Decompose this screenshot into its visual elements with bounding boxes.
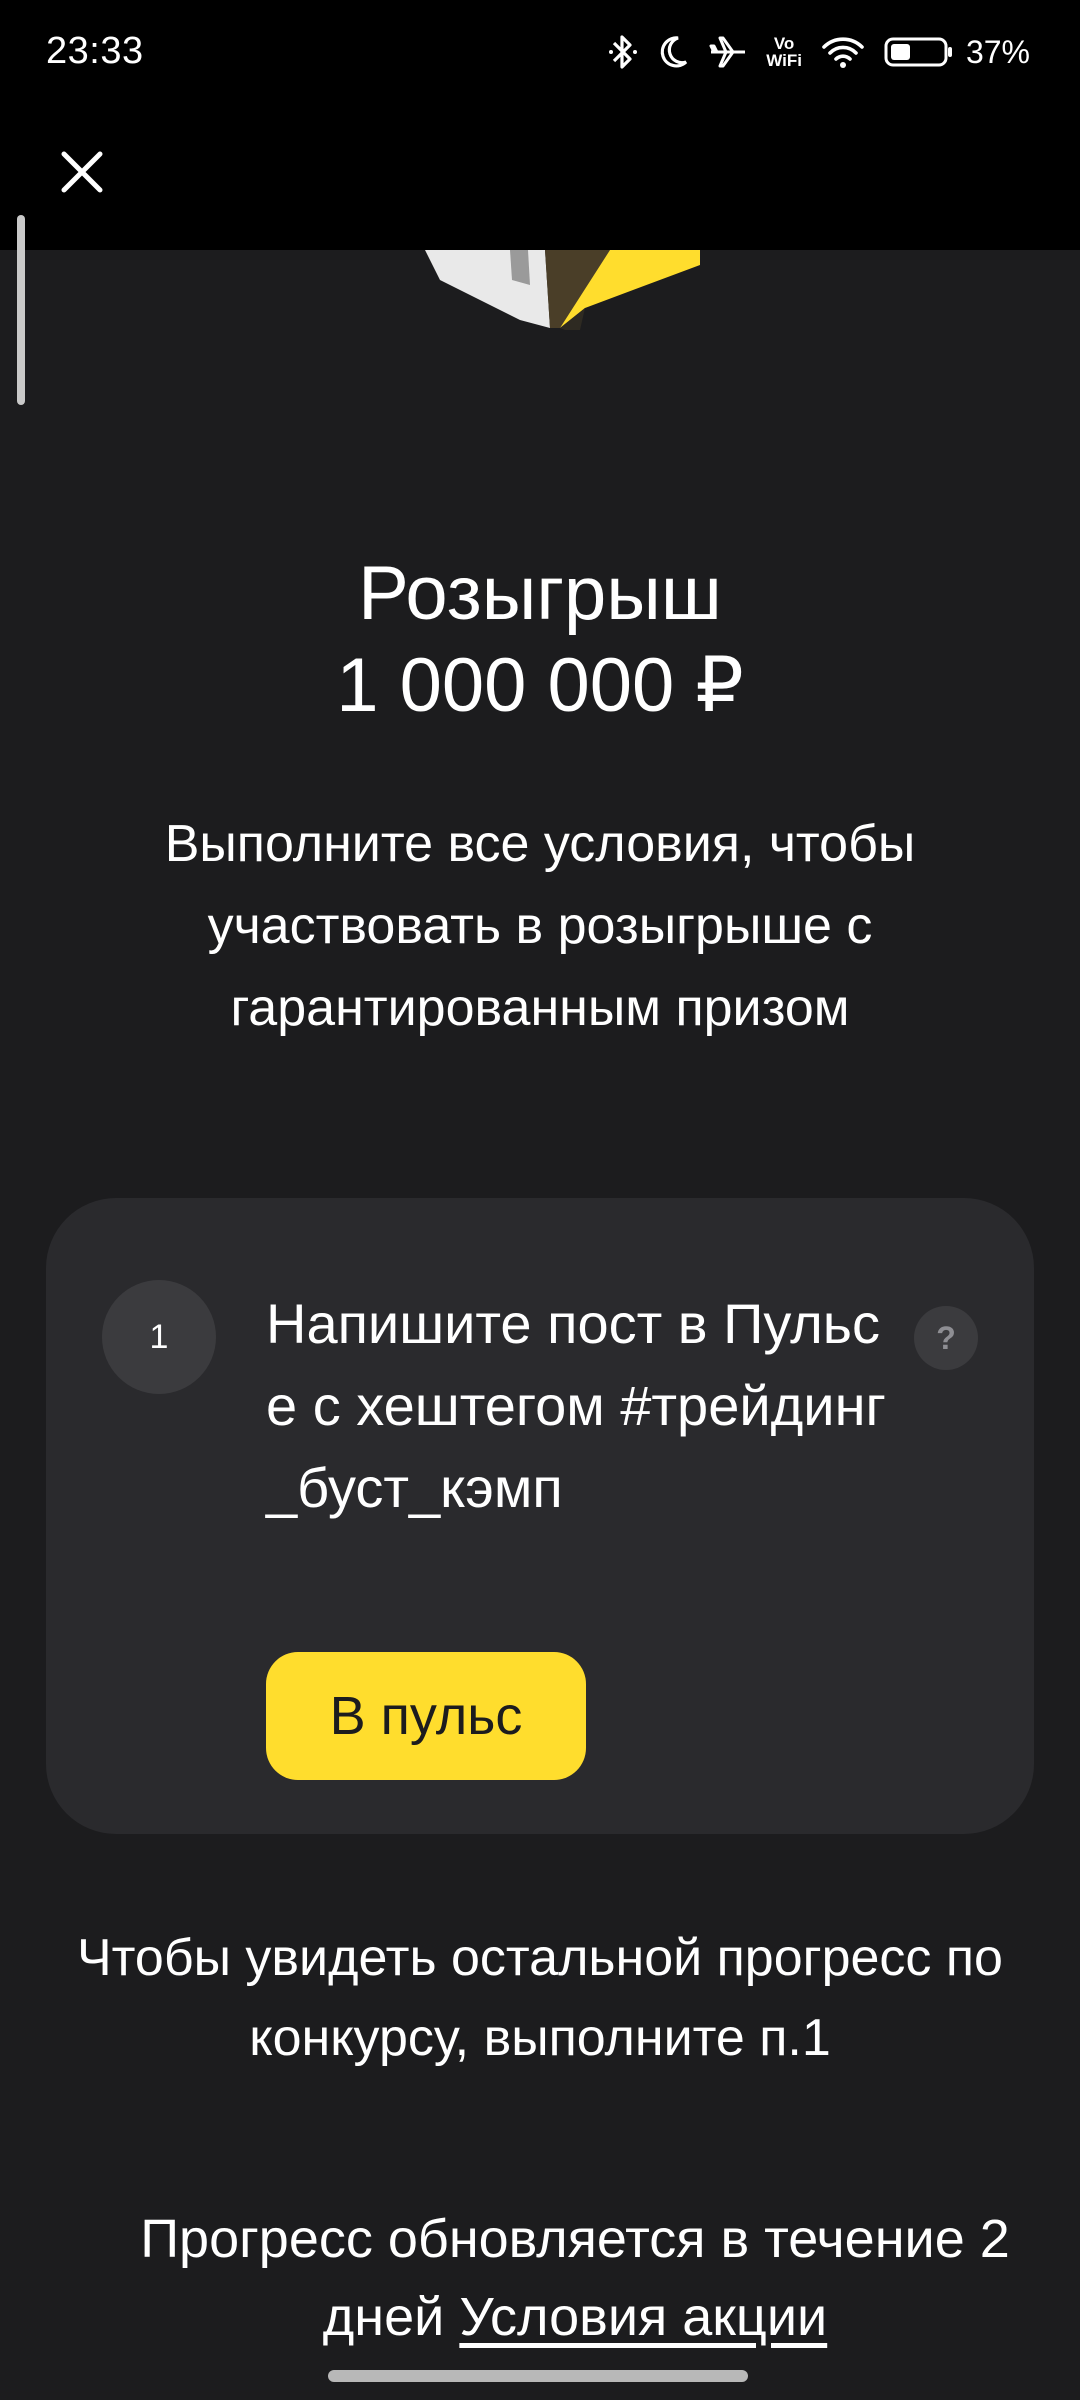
home-indicator[interactable] [328, 2370, 748, 2382]
screen: 23:33 Vo WiFi 37% Розыгрыш 1 000 000 ₽ В… [0, 0, 1080, 2400]
wifi-icon [822, 37, 864, 68]
task-description: Напишите пост в Пульсе с хештегом #трейд… [266, 1292, 886, 1519]
prize-box-image [425, 250, 700, 330]
status-icons: Vo WiFi 37% [608, 26, 1030, 78]
status-time: 23:33 [46, 30, 144, 72]
scrollbar-thumb[interactable] [17, 215, 25, 405]
vowifi-icon: Vo WiFi [766, 35, 802, 69]
step-number-badge: 1 [102, 1280, 216, 1394]
close-icon [61, 151, 103, 193]
battery-percent: 37% [965, 33, 1030, 70]
title-line-1: Розыгрыш [358, 551, 722, 636]
page-title: Розыгрыш 1 000 000 ₽ [0, 548, 1080, 732]
battery-icon [884, 37, 952, 67]
moon-icon [660, 36, 688, 68]
bluetooth-icon [609, 35, 638, 69]
terms-link[interactable]: Условия акции [459, 2287, 827, 2347]
page-subtitle: Выполните все условия, чтобы участвовать… [164, 815, 916, 1037]
task-card: 1 Напишите пост в Пульсе с хештегом #тре… [46, 1198, 1034, 1834]
to-pulse-button[interactable]: В пульс [266, 1652, 586, 1780]
airplane-icon [709, 36, 746, 68]
top-bar: 23:33 Vo WiFi 37% [0, 0, 1080, 250]
close-button[interactable] [50, 140, 114, 204]
progress-update-note: Прогресс обновляется в течение 2 дней Ус… [80, 2200, 1070, 2356]
vowifi-bottom-label: WiFi [766, 51, 802, 70]
progress-hint-text: Чтобы увидеть остальной прогресс по конк… [77, 1929, 1003, 2067]
vowifi-top-label: Vo [773, 34, 795, 53]
title-line-2: 1 000 000 ₽ [336, 643, 744, 728]
help-icon[interactable]: ? [914, 1306, 978, 1370]
